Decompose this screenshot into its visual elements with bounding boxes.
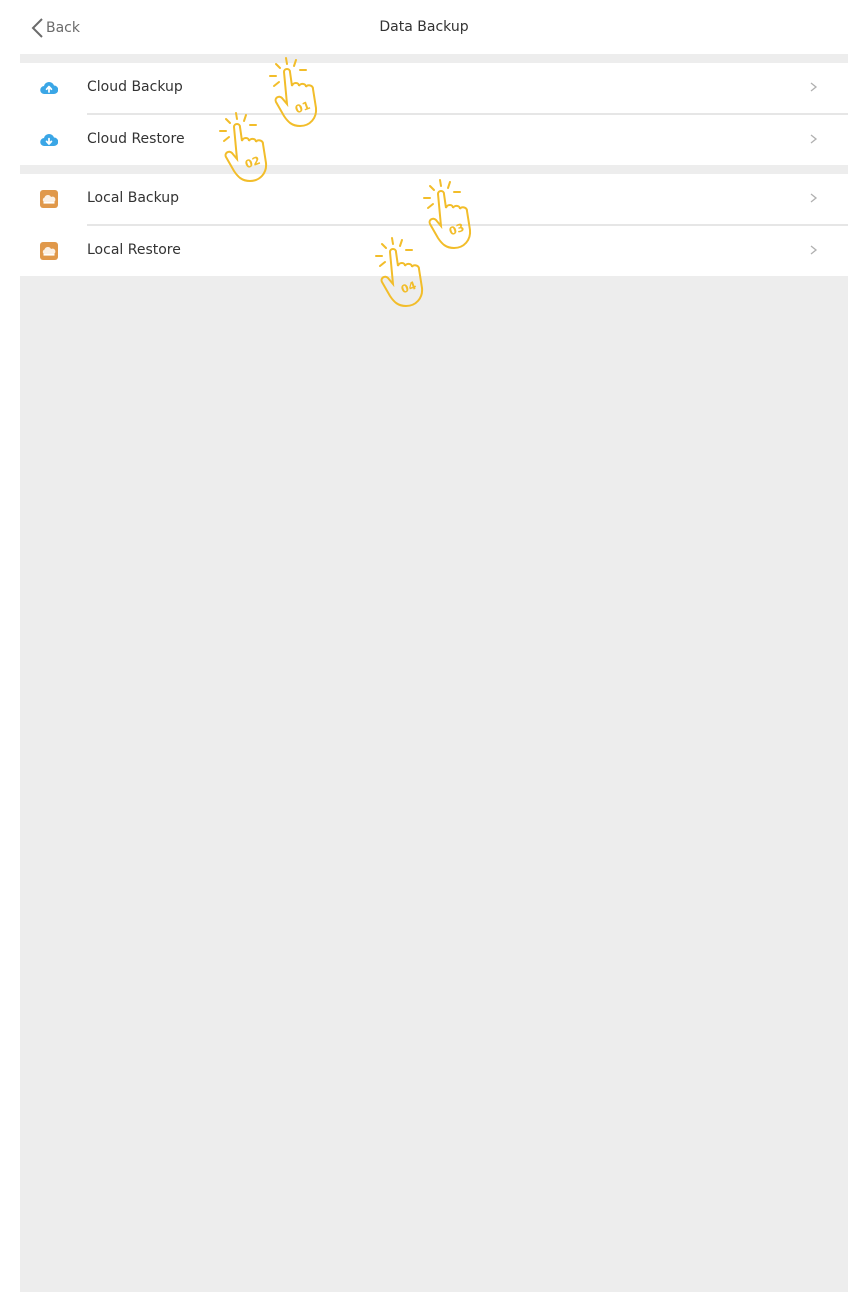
page-title: Data Backup	[379, 19, 469, 35]
settings-list: Cloud Backup Cloud Restore Local Backup …	[20, 54, 848, 1292]
local-storage-icon	[40, 190, 58, 208]
chevron-right-icon	[810, 245, 818, 255]
navigation-bar: Back Data Backup	[0, 0, 848, 54]
cloud-restore-row[interactable]: Cloud Restore	[20, 115, 848, 165]
chevron-right-icon	[810, 82, 818, 92]
cloud-upload-icon	[40, 81, 58, 95]
local-backup-label: Local Backup	[87, 190, 180, 206]
chevron-right-icon	[810, 193, 818, 203]
cloud-restore-label: Cloud Restore	[87, 131, 185, 147]
cloud-section: Cloud Backup Cloud Restore	[20, 63, 848, 165]
local-storage-icon	[40, 242, 58, 260]
local-section: Local Backup Local Restore	[20, 174, 848, 276]
cloud-backup-row[interactable]: Cloud Backup	[20, 63, 848, 115]
chevron-right-icon	[810, 134, 818, 144]
local-restore-row[interactable]: Local Restore	[20, 226, 848, 276]
cloud-download-icon	[40, 133, 58, 147]
local-restore-label: Local Restore	[87, 242, 181, 258]
cloud-backup-label: Cloud Backup	[87, 79, 183, 95]
local-backup-row[interactable]: Local Backup	[20, 174, 848, 226]
